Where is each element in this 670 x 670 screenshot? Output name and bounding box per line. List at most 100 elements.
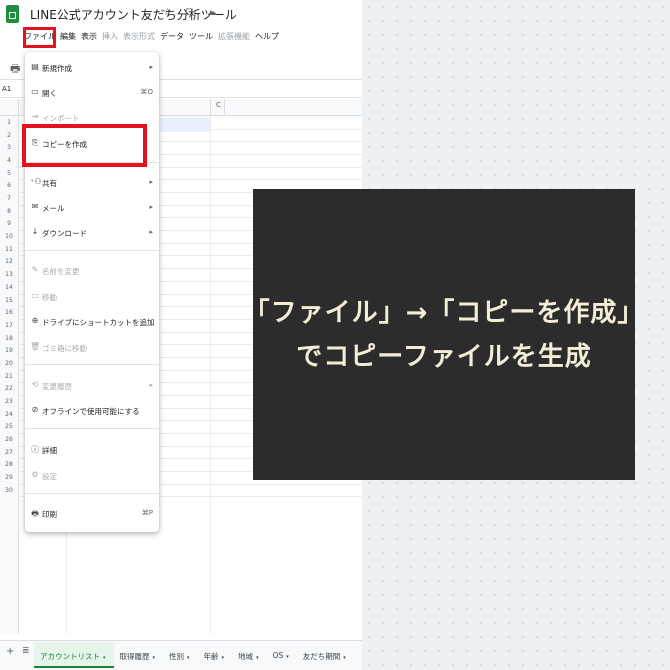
sheet-tab[interactable]: アカウントリスト ▾ xyxy=(34,642,114,668)
row-number[interactable]: 29 xyxy=(0,474,18,481)
sheet-tab-label: 友だち期間 xyxy=(302,652,341,661)
file-menu-item-shortcut: ▸ xyxy=(149,228,153,236)
sheet-tab-label: 地域 xyxy=(238,652,254,661)
menu-format[interactable]: 表示形式 xyxy=(123,32,155,41)
import-icon: ⇥ xyxy=(31,112,39,121)
folder-open-icon: ▭ xyxy=(31,87,39,96)
file-menu-item[interactable]: ⓘ 詳細 xyxy=(25,441,159,459)
chevron-down-icon[interactable]: ▾ xyxy=(222,655,225,661)
chevron-down-icon[interactable]: ▾ xyxy=(256,655,259,661)
file-menu-item-label: インポート xyxy=(42,114,80,123)
chevron-down-icon[interactable]: ▾ xyxy=(153,655,156,661)
menu-edit[interactable]: 編集 xyxy=(60,32,76,41)
mail-icon: ✉ xyxy=(31,202,39,211)
sheet-tabs: アカウントリスト ▾ 取得履歴 ▾ 性別 ▾ 年齢 ▾ 地域 ▾ OS ▾ 友だち期間 ▾ xyxy=(34,642,354,668)
row-number[interactable]: 14 xyxy=(0,284,18,291)
row-number[interactable]: 13 xyxy=(0,271,18,278)
row-number[interactable]: 4 xyxy=(0,157,18,164)
file-menu-item[interactable]: 🖶 印刷 ⌘P xyxy=(25,505,159,523)
row-number[interactable]: 22 xyxy=(0,385,18,392)
menu-data[interactable]: データ xyxy=(160,32,184,41)
row-number[interactable]: 1 xyxy=(0,119,18,126)
chevron-down-icon[interactable]: ▾ xyxy=(103,655,106,661)
file-menu-item-label: ダウンロード xyxy=(42,229,87,238)
sheet-tab-label: 性別 xyxy=(169,652,185,661)
menu-view[interactable]: 表示 xyxy=(81,32,97,41)
caption-line-1: 「ファイル」→「コピーを作成」 xyxy=(243,297,645,328)
row-number[interactable]: 20 xyxy=(0,360,18,367)
row-number[interactable]: 12 xyxy=(0,258,18,265)
row-number[interactable]: 18 xyxy=(0,335,18,342)
row-number[interactable]: 10 xyxy=(0,233,18,240)
file-menu-item[interactable]: ⊘ オフラインで使用可能にする xyxy=(25,402,159,420)
selected-range[interactable] xyxy=(160,118,210,132)
file-menu-item: ✎ 名前を変更 xyxy=(25,262,159,280)
file-menu-item-label: 設定 xyxy=(42,472,57,481)
chevron-down-icon[interactable]: ▾ xyxy=(343,655,346,661)
row-number[interactable]: 11 xyxy=(0,246,18,253)
sheet-tab[interactable]: 年齢 ▾ xyxy=(198,642,233,668)
row-number[interactable]: 27 xyxy=(0,449,18,456)
column-header-c[interactable]: C xyxy=(216,101,221,109)
sheet-tab[interactable]: 性別 ▾ xyxy=(163,642,198,668)
menu-insert[interactable]: 挿入 xyxy=(102,32,118,41)
row-number[interactable]: 7 xyxy=(0,195,18,202)
new-sheet-icon: ▤ xyxy=(31,62,39,71)
sheet-tab-label: アカウントリスト xyxy=(40,652,100,661)
file-menu-item-label: ドライブにショートカットを追加 xyxy=(42,318,155,327)
trash-icon: 🗑 xyxy=(30,342,41,351)
row-number[interactable]: 6 xyxy=(0,182,18,189)
row-number[interactable]: 30 xyxy=(0,487,18,494)
make-copy-highlight xyxy=(22,124,147,167)
sheet-tab-label: 年齢 xyxy=(203,652,219,661)
menu-extensions[interactable]: 拡張機能 xyxy=(218,32,250,41)
chevron-down-icon[interactable]: ▾ xyxy=(187,655,190,661)
file-menu-item[interactable]: ⊕ ドライブにショートカットを追加 xyxy=(25,313,159,331)
row-number[interactable]: 3 xyxy=(0,144,18,151)
row-number[interactable]: 5 xyxy=(0,170,18,177)
row-number[interactable]: 25 xyxy=(0,423,18,430)
sheets-logo-icon[interactable] xyxy=(6,5,19,23)
file-menu-item[interactable]: ▤ 新規作成 ▸ xyxy=(25,59,159,77)
menu-separator xyxy=(25,250,159,251)
file-menu-item-label: メール xyxy=(42,204,65,213)
column-divider xyxy=(210,99,211,115)
file-menu-item-label: 名前を変更 xyxy=(42,267,80,276)
file-menu-item[interactable]: ✉ メール ▸ xyxy=(25,199,159,217)
row-number[interactable]: 24 xyxy=(0,411,18,418)
file-menu-item-shortcut: ▸ xyxy=(149,381,153,389)
row-number[interactable]: 15 xyxy=(0,297,18,304)
row-number[interactable]: 21 xyxy=(0,373,18,380)
menu-help[interactable]: ヘルプ xyxy=(255,32,279,41)
sheet-tab[interactable]: 地域 ▾ xyxy=(232,642,267,668)
name-box[interactable]: A1 xyxy=(2,85,11,93)
row-number[interactable]: 2 xyxy=(0,132,18,139)
row-number[interactable]: 26 xyxy=(0,436,18,443)
file-menu-item[interactable]: ▭ 開く ⌘O xyxy=(25,84,159,102)
row-number[interactable]: 16 xyxy=(0,309,18,316)
file-menu-item-label: 新規作成 xyxy=(42,64,72,73)
details-icon: ⓘ xyxy=(31,445,39,454)
sheet-tab[interactable]: OS ▾ xyxy=(267,642,297,668)
row-number[interactable]: 17 xyxy=(0,322,18,329)
file-menu-item: ⚙ 設定 xyxy=(25,467,159,485)
print-icon[interactable]: 🖶 xyxy=(10,60,20,79)
offline-icon: ⊘ xyxy=(31,405,39,414)
drive-shortcut-icon: ⊕ xyxy=(31,316,39,325)
add-sheet-icon[interactable]: + xyxy=(6,646,14,657)
row-number[interactable]: 9 xyxy=(0,220,18,227)
sheet-tab[interactable]: 友だち期間 ▾ xyxy=(297,642,354,668)
menu-tools[interactable]: ツール xyxy=(189,32,213,41)
row-number[interactable]: 19 xyxy=(0,347,18,354)
row-number[interactable]: 8 xyxy=(0,208,18,215)
row-number[interactable]: 23 xyxy=(0,398,18,405)
download-icon: ↓ xyxy=(31,227,39,236)
title-actions-icons[interactable]: ☆ ⊡ ☁ xyxy=(163,7,222,18)
chevron-down-icon[interactable]: ▾ xyxy=(286,654,289,660)
file-menu-item[interactable]: ⁺⚇ 共有 ▸ xyxy=(25,174,159,192)
file-menu-item: ▭ 移動 xyxy=(25,288,159,306)
all-sheets-icon[interactable]: ≣ xyxy=(22,646,30,656)
row-number[interactable]: 28 xyxy=(0,461,18,468)
sheet-tab[interactable]: 取得履歴 ▾ xyxy=(114,642,164,668)
file-menu-item[interactable]: ↓ ダウンロード ▸ xyxy=(25,224,159,242)
